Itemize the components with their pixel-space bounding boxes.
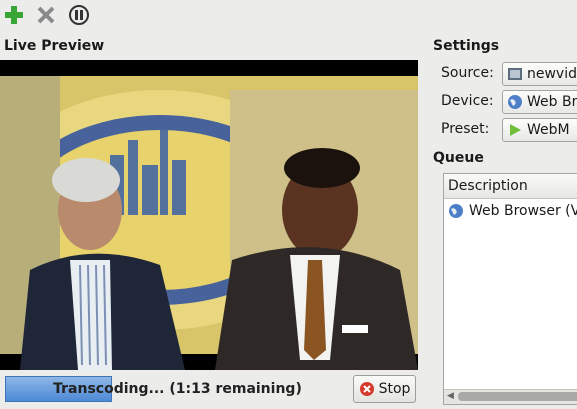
globe-icon xyxy=(508,95,522,109)
stop-icon xyxy=(359,382,374,396)
source-value: newvid xyxy=(527,66,577,82)
preset-label: Preset: xyxy=(441,121,490,137)
device-combo[interactable]: Web Br xyxy=(502,90,577,114)
progress-text: Transcoding... (1:13 remaining) xyxy=(53,381,302,397)
queue-column-header[interactable]: Description xyxy=(444,174,577,199)
plus-icon xyxy=(5,6,23,24)
preset-combo[interactable]: WebM xyxy=(502,118,577,142)
pause-button[interactable] xyxy=(67,3,91,27)
queue-title: Queue xyxy=(433,150,484,166)
device-label: Device: xyxy=(441,93,494,109)
queue-item[interactable]: Web Browser (V xyxy=(444,199,577,223)
queue-horizontal-scrollbar[interactable]: ◀ xyxy=(444,389,577,404)
source-label: Source: xyxy=(441,65,494,81)
toolbar xyxy=(0,0,577,30)
source-combo[interactable]: newvid xyxy=(502,62,577,86)
scroll-left-icon[interactable]: ◀ xyxy=(447,391,454,401)
device-value: Web Br xyxy=(527,94,577,110)
film-icon xyxy=(508,68,522,80)
close-icon xyxy=(37,6,55,24)
transcode-progress-bar: Transcoding... (1:13 remaining) xyxy=(5,376,350,402)
live-preview-title: Live Preview xyxy=(4,38,105,54)
preset-value: WebM xyxy=(527,122,570,138)
video-preview xyxy=(0,60,418,370)
webm-icon xyxy=(510,124,521,136)
scrollbar-thumb[interactable] xyxy=(458,392,577,401)
video-frame-image xyxy=(0,60,418,370)
pause-icon xyxy=(69,5,89,25)
remove-button[interactable] xyxy=(34,3,58,27)
stop-button[interactable]: Stop xyxy=(353,375,416,403)
globe-icon xyxy=(449,204,463,218)
stop-button-label: Stop xyxy=(378,381,411,397)
queue-item-label: Web Browser (V xyxy=(469,203,577,219)
queue-list[interactable]: Description Web Browser (V ◀ xyxy=(443,173,577,405)
settings-title: Settings xyxy=(433,38,500,54)
add-button[interactable] xyxy=(2,3,26,27)
